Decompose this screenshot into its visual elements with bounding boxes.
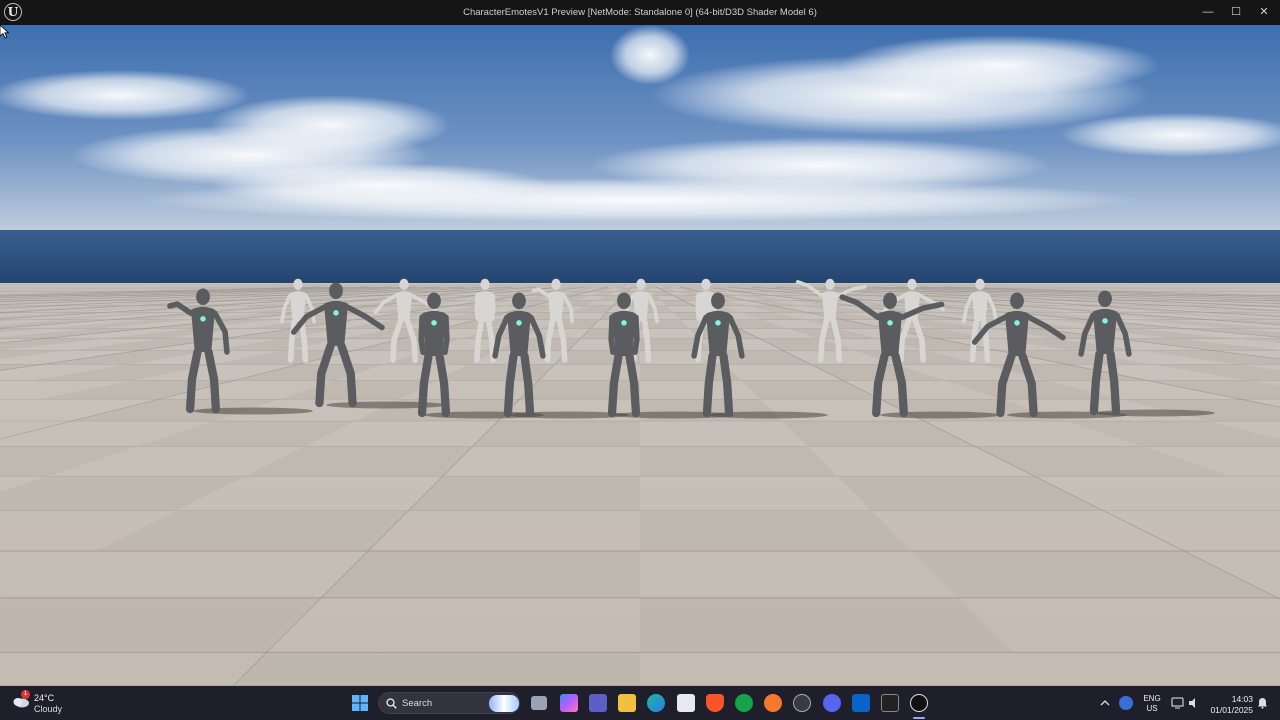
- title-bar: U CharacterEmotesV1 Preview [NetMode: St…: [0, 0, 1280, 25]
- keyboard-region: US: [1146, 704, 1158, 713]
- weather-alert-badge: 1: [21, 690, 30, 699]
- weather-widget[interactable]: 1 24°C Cloudy: [12, 690, 92, 716]
- minimize-button[interactable]: —: [1194, 0, 1222, 25]
- windows-taskbar: 1 24°C Cloudy Search ENG US 14:03 01/01/…: [0, 686, 1280, 720]
- edge-browser-icon[interactable]: [647, 694, 665, 712]
- search-highlight-art-icon: [489, 695, 519, 712]
- scene-render: [0, 25, 1280, 686]
- start-windows-icon[interactable]: [351, 694, 369, 712]
- chest-glow: [333, 310, 339, 316]
- chevron-up-icon[interactable]: [1100, 698, 1110, 708]
- close-button[interactable]: ✕: [1250, 0, 1278, 25]
- volume-icon[interactable]: [1188, 697, 1200, 709]
- chest-glow: [887, 320, 893, 326]
- blender-icon[interactable]: [764, 694, 782, 712]
- file-explorer-icon[interactable]: [618, 694, 636, 712]
- language-code: ENG: [1143, 694, 1161, 703]
- copilot-icon[interactable]: [560, 694, 578, 712]
- chest-glow: [715, 320, 721, 326]
- taskbar-search-box[interactable]: Search: [378, 692, 520, 714]
- active-app-indicator: [913, 717, 925, 719]
- teams-icon[interactable]: [589, 694, 607, 712]
- search-label: Search: [402, 698, 433, 709]
- chest-glow: [621, 320, 627, 326]
- discord-icon[interactable]: [823, 694, 841, 712]
- shadow: [880, 411, 1000, 419]
- onedrive-sync-icon[interactable]: [1119, 696, 1133, 710]
- maximize-button[interactable]: ☐: [1222, 0, 1250, 25]
- unreal-editor-taskbar-icon[interactable]: [910, 694, 928, 712]
- notification-bell-icon[interactable]: [1257, 697, 1268, 709]
- shadow: [326, 401, 446, 409]
- chest-glow: [1014, 320, 1020, 326]
- outlook-icon[interactable]: [852, 694, 870, 712]
- chest-glow: [516, 320, 522, 326]
- weather-condition: Cloudy: [34, 704, 63, 714]
- microsoft-store-icon[interactable]: [677, 694, 695, 712]
- game-viewport[interactable]: [0, 25, 1280, 686]
- xbox-icon[interactable]: [735, 694, 753, 712]
- chest-glow: [1102, 318, 1108, 324]
- chest-glow: [431, 320, 437, 326]
- network-icon[interactable]: [1171, 697, 1184, 709]
- github-desktop-icon[interactable]: [793, 694, 811, 712]
- weather-temperature: 24°C: [34, 693, 55, 703]
- window-title: CharacterEmotesV1 Preview [NetMode: Stan…: [463, 7, 817, 18]
- mouse-cursor-icon: [0, 25, 10, 39]
- task-view-icon[interactable]: [531, 696, 547, 710]
- epic-games-launcher-icon[interactable]: [881, 694, 899, 712]
- clock-date: 01/01/2025: [1210, 705, 1253, 715]
- shadow: [193, 407, 313, 415]
- brave-browser-icon[interactable]: [706, 694, 724, 712]
- chest-glow: [200, 316, 206, 322]
- clock-time: 14:03: [1231, 694, 1253, 704]
- search-icon: [386, 698, 397, 709]
